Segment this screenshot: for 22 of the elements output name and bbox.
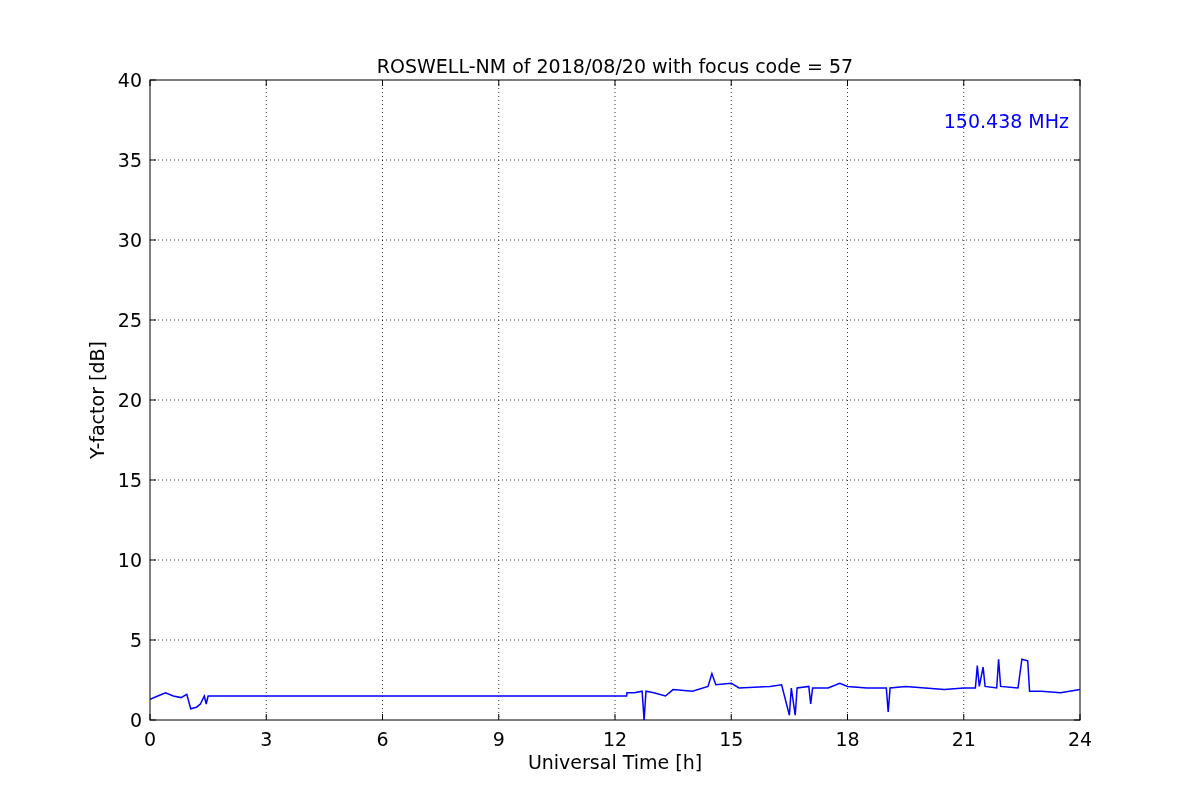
y-tick-label: 10 xyxy=(117,549,142,571)
y-tick-label: 30 xyxy=(117,229,142,251)
x-tick-label: 15 xyxy=(719,728,744,750)
x-tick-label: 18 xyxy=(835,728,860,750)
x-tick-label: 3 xyxy=(260,728,273,750)
y-tick-label: 20 xyxy=(117,389,142,411)
y-tick-label: 15 xyxy=(117,469,142,491)
x-tick-label: 0 xyxy=(143,728,157,750)
y-tick-label: 40 xyxy=(117,69,142,91)
y-tick-label: 5 xyxy=(129,629,142,651)
y-tick-label: 35 xyxy=(117,149,142,171)
y-axis-label: Y-factor [dB] xyxy=(86,341,108,459)
x-tick-label: 12 xyxy=(602,728,628,750)
chart-title: ROSWELL-NM of 2018/08/20 with focus code = 57 xyxy=(376,55,854,77)
y-tick-label: 25 xyxy=(117,309,142,331)
x-axis-label: Universal Time [h] xyxy=(527,751,703,773)
legend-label: 150.438 MHz xyxy=(943,110,1069,132)
y-tick-label: 0 xyxy=(129,709,142,731)
x-tick-label: 24 xyxy=(1067,728,1093,750)
x-tick-label: 21 xyxy=(951,728,976,750)
x-tick-label: 9 xyxy=(492,728,505,750)
x-tick-label: 6 xyxy=(376,728,389,750)
